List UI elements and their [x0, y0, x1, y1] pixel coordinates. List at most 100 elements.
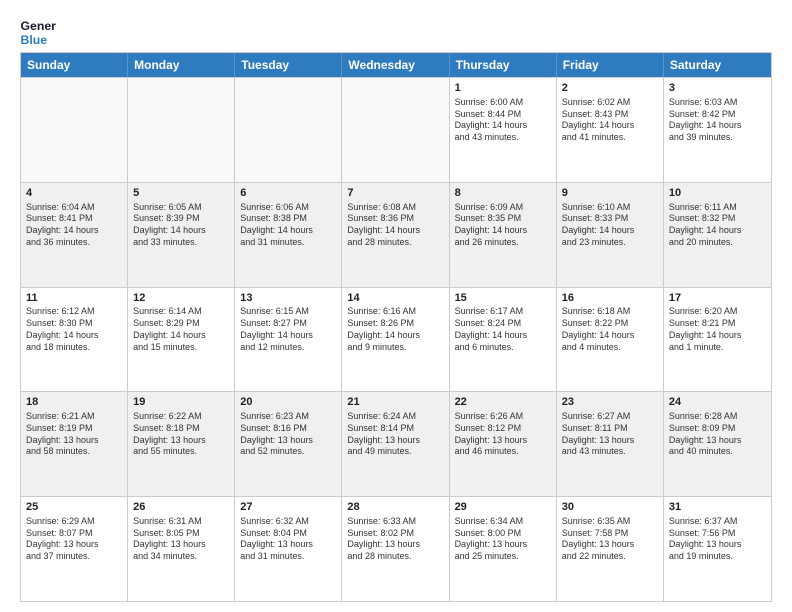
cal-cell-9: 9Sunrise: 6:10 AMSunset: 8:33 PMDaylight…: [557, 183, 664, 287]
cell-content: Sunrise: 6:20 AMSunset: 8:21 PMDaylight:…: [669, 306, 766, 353]
cell-content: Sunrise: 6:32 AMSunset: 8:04 PMDaylight:…: [240, 516, 336, 563]
cal-cell-24: 24Sunrise: 6:28 AMSunset: 8:09 PMDayligh…: [664, 392, 771, 496]
cal-cell-28: 28Sunrise: 6:33 AMSunset: 8:02 PMDayligh…: [342, 497, 449, 601]
cell-content: Sunrise: 6:23 AMSunset: 8:16 PMDaylight:…: [240, 411, 336, 458]
calendar-body: 1Sunrise: 6:00 AMSunset: 8:44 PMDaylight…: [21, 77, 771, 601]
cal-cell-19: 19Sunrise: 6:22 AMSunset: 8:18 PMDayligh…: [128, 392, 235, 496]
cal-cell-23: 23Sunrise: 6:27 AMSunset: 8:11 PMDayligh…: [557, 392, 664, 496]
cal-cell-27: 27Sunrise: 6:32 AMSunset: 8:04 PMDayligh…: [235, 497, 342, 601]
cell-content: Sunrise: 6:00 AMSunset: 8:44 PMDaylight:…: [455, 97, 551, 144]
cell-content: Sunrise: 6:35 AMSunset: 7:58 PMDaylight:…: [562, 516, 658, 563]
day-number: 5: [133, 186, 229, 201]
cell-content: Sunrise: 6:04 AMSunset: 8:41 PMDaylight:…: [26, 202, 122, 249]
cal-cell-20: 20Sunrise: 6:23 AMSunset: 8:16 PMDayligh…: [235, 392, 342, 496]
cell-content: Sunrise: 6:05 AMSunset: 8:39 PMDaylight:…: [133, 202, 229, 249]
cal-row-2: 11Sunrise: 6:12 AMSunset: 8:30 PMDayligh…: [21, 287, 771, 392]
cal-header-thursday: Thursday: [450, 53, 557, 77]
cell-content: Sunrise: 6:02 AMSunset: 8:43 PMDaylight:…: [562, 97, 658, 144]
cal-row-1: 4Sunrise: 6:04 AMSunset: 8:41 PMDaylight…: [21, 182, 771, 287]
cal-cell-16: 16Sunrise: 6:18 AMSunset: 8:22 PMDayligh…: [557, 288, 664, 392]
cell-content: Sunrise: 6:06 AMSunset: 8:38 PMDaylight:…: [240, 202, 336, 249]
cal-header-monday: Monday: [128, 53, 235, 77]
cal-cell-12: 12Sunrise: 6:14 AMSunset: 8:29 PMDayligh…: [128, 288, 235, 392]
day-number: 31: [669, 500, 766, 515]
day-number: 14: [347, 291, 443, 306]
day-number: 18: [26, 395, 122, 410]
day-number: 13: [240, 291, 336, 306]
cal-header-saturday: Saturday: [664, 53, 771, 77]
cell-content: Sunrise: 6:33 AMSunset: 8:02 PMDaylight:…: [347, 516, 443, 563]
cell-content: Sunrise: 6:09 AMSunset: 8:35 PMDaylight:…: [455, 202, 551, 249]
cal-cell-21: 21Sunrise: 6:24 AMSunset: 8:14 PMDayligh…: [342, 392, 449, 496]
day-number: 27: [240, 500, 336, 515]
cell-content: Sunrise: 6:12 AMSunset: 8:30 PMDaylight:…: [26, 306, 122, 353]
day-number: 23: [562, 395, 658, 410]
cal-cell-26: 26Sunrise: 6:31 AMSunset: 8:05 PMDayligh…: [128, 497, 235, 601]
cell-content: Sunrise: 6:16 AMSunset: 8:26 PMDaylight:…: [347, 306, 443, 353]
cell-content: Sunrise: 6:08 AMSunset: 8:36 PMDaylight:…: [347, 202, 443, 249]
cell-content: Sunrise: 6:27 AMSunset: 8:11 PMDaylight:…: [562, 411, 658, 458]
cal-cell-15: 15Sunrise: 6:17 AMSunset: 8:24 PMDayligh…: [450, 288, 557, 392]
cal-cell-empty-r0-c3: [342, 78, 449, 182]
cal-row-3: 18Sunrise: 6:21 AMSunset: 8:19 PMDayligh…: [21, 391, 771, 496]
day-number: 17: [669, 291, 766, 306]
day-number: 4: [26, 186, 122, 201]
cal-cell-7: 7Sunrise: 6:08 AMSunset: 8:36 PMDaylight…: [342, 183, 449, 287]
day-number: 28: [347, 500, 443, 515]
day-number: 8: [455, 186, 551, 201]
cal-cell-2: 2Sunrise: 6:02 AMSunset: 8:43 PMDaylight…: [557, 78, 664, 182]
cal-cell-empty-r0-c0: [21, 78, 128, 182]
svg-text:Blue: Blue: [21, 33, 48, 44]
day-number: 26: [133, 500, 229, 515]
cal-cell-11: 11Sunrise: 6:12 AMSunset: 8:30 PMDayligh…: [21, 288, 128, 392]
cell-content: Sunrise: 6:22 AMSunset: 8:18 PMDaylight:…: [133, 411, 229, 458]
cell-content: Sunrise: 6:14 AMSunset: 8:29 PMDaylight:…: [133, 306, 229, 353]
cal-header-sunday: Sunday: [21, 53, 128, 77]
cal-header-wednesday: Wednesday: [342, 53, 449, 77]
cal-row-4: 25Sunrise: 6:29 AMSunset: 8:07 PMDayligh…: [21, 496, 771, 601]
calendar: SundayMondayTuesdayWednesdayThursdayFrid…: [20, 52, 772, 602]
day-number: 16: [562, 291, 658, 306]
day-number: 24: [669, 395, 766, 410]
day-number: 6: [240, 186, 336, 201]
day-number: 12: [133, 291, 229, 306]
day-number: 7: [347, 186, 443, 201]
cal-cell-8: 8Sunrise: 6:09 AMSunset: 8:35 PMDaylight…: [450, 183, 557, 287]
day-number: 25: [26, 500, 122, 515]
day-number: 20: [240, 395, 336, 410]
cell-content: Sunrise: 6:15 AMSunset: 8:27 PMDaylight:…: [240, 306, 336, 353]
day-number: 21: [347, 395, 443, 410]
cal-cell-30: 30Sunrise: 6:35 AMSunset: 7:58 PMDayligh…: [557, 497, 664, 601]
cal-cell-29: 29Sunrise: 6:34 AMSunset: 8:00 PMDayligh…: [450, 497, 557, 601]
cal-cell-empty-r0-c1: [128, 78, 235, 182]
cell-content: Sunrise: 6:28 AMSunset: 8:09 PMDaylight:…: [669, 411, 766, 458]
day-number: 1: [455, 81, 551, 96]
day-number: 10: [669, 186, 766, 201]
cell-content: Sunrise: 6:10 AMSunset: 8:33 PMDaylight:…: [562, 202, 658, 249]
day-number: 29: [455, 500, 551, 515]
cell-content: Sunrise: 6:11 AMSunset: 8:32 PMDaylight:…: [669, 202, 766, 249]
logo: General Blue: [20, 16, 56, 44]
cell-content: Sunrise: 6:17 AMSunset: 8:24 PMDaylight:…: [455, 306, 551, 353]
page: General Blue SundayMondayTuesdayWednesda…: [0, 0, 792, 612]
cell-content: Sunrise: 6:31 AMSunset: 8:05 PMDaylight:…: [133, 516, 229, 563]
day-number: 2: [562, 81, 658, 96]
day-number: 19: [133, 395, 229, 410]
cal-cell-6: 6Sunrise: 6:06 AMSunset: 8:38 PMDaylight…: [235, 183, 342, 287]
cal-cell-22: 22Sunrise: 6:26 AMSunset: 8:12 PMDayligh…: [450, 392, 557, 496]
cell-content: Sunrise: 6:03 AMSunset: 8:42 PMDaylight:…: [669, 97, 766, 144]
logo-icon: General Blue: [20, 16, 56, 44]
day-number: 22: [455, 395, 551, 410]
day-number: 3: [669, 81, 766, 96]
cell-content: Sunrise: 6:37 AMSunset: 7:56 PMDaylight:…: [669, 516, 766, 563]
cal-cell-13: 13Sunrise: 6:15 AMSunset: 8:27 PMDayligh…: [235, 288, 342, 392]
cal-cell-5: 5Sunrise: 6:05 AMSunset: 8:39 PMDaylight…: [128, 183, 235, 287]
cell-content: Sunrise: 6:18 AMSunset: 8:22 PMDaylight:…: [562, 306, 658, 353]
calendar-header-row: SundayMondayTuesdayWednesdayThursdayFrid…: [21, 53, 771, 77]
cell-content: Sunrise: 6:29 AMSunset: 8:07 PMDaylight:…: [26, 516, 122, 563]
svg-text:General: General: [21, 19, 57, 33]
cal-header-tuesday: Tuesday: [235, 53, 342, 77]
header: General Blue: [20, 16, 772, 44]
cal-row-0: 1Sunrise: 6:00 AMSunset: 8:44 PMDaylight…: [21, 77, 771, 182]
cal-cell-empty-r0-c2: [235, 78, 342, 182]
